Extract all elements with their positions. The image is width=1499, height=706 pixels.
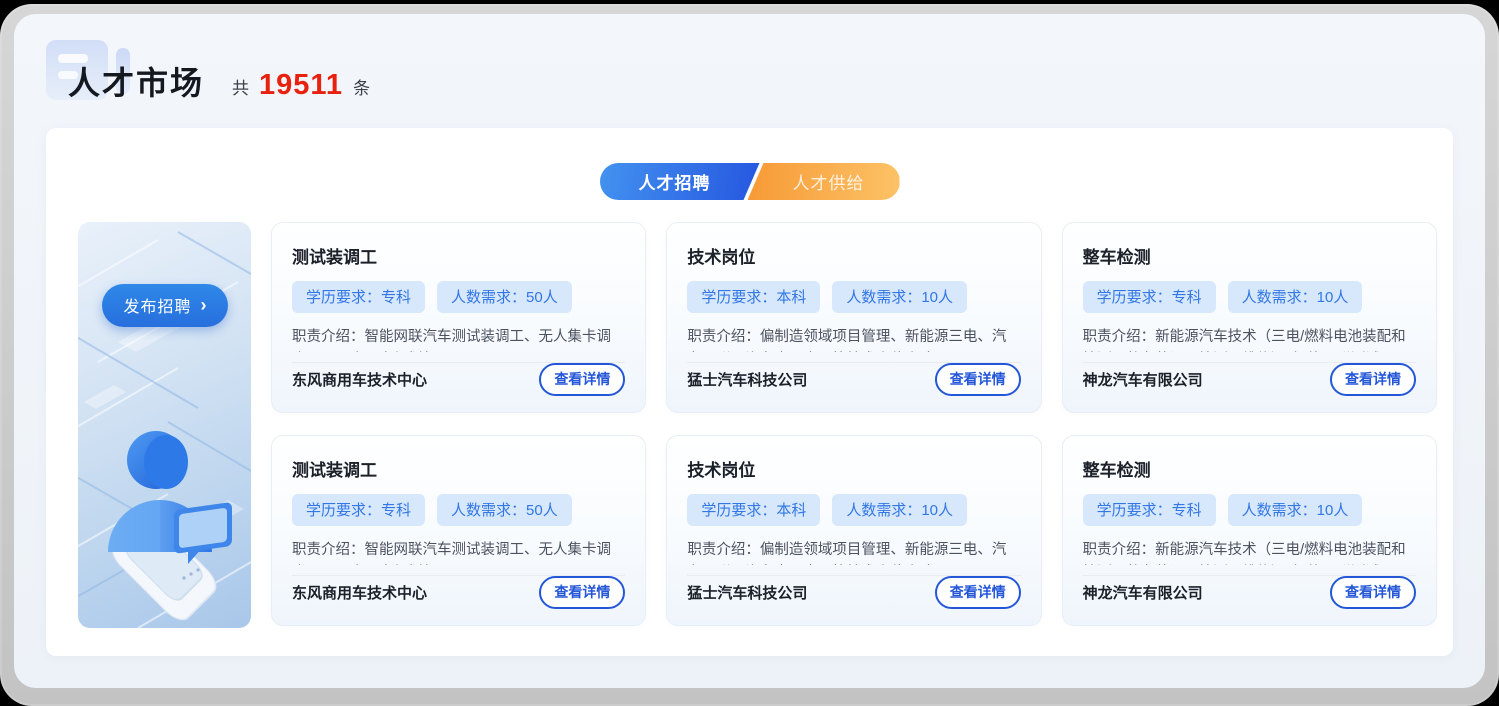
job-title: 测试装调工 bbox=[292, 243, 625, 268]
job-card: 技术岗位 学历要求：本科 人数需求：10人 职责介绍：偏制造领域项目管理、新能源… bbox=[666, 222, 1041, 413]
recruitment-banner: 发布招聘 › bbox=[78, 222, 251, 628]
job-card: 测试装调工 学历要求：专科 人数需求：50人 职责介绍：智能网联汽车测试装调工、… bbox=[271, 222, 646, 413]
headcount-tag: 人数需求：50人 bbox=[437, 281, 572, 313]
view-details-button[interactable]: 查看详情 bbox=[935, 363, 1021, 396]
job-title: 测试装调工 bbox=[292, 456, 625, 481]
job-card: 整车检测 学历要求：专科 人数需求：10人 职责介绍：新能源汽车技术（三电/燃料… bbox=[1062, 222, 1437, 413]
job-title: 整车检测 bbox=[1083, 456, 1416, 481]
job-title: 整车检测 bbox=[1083, 243, 1416, 268]
count-suffix: 条 bbox=[353, 74, 370, 99]
headcount-tag: 人数需求：10人 bbox=[1228, 281, 1363, 313]
count-prefix: 共 bbox=[232, 74, 249, 99]
headcount-tag: 人数需求：10人 bbox=[832, 281, 967, 313]
company-name: 东风商用车技术中心 bbox=[292, 582, 427, 603]
education-tag: 学历要求：本科 bbox=[687, 494, 820, 526]
publish-button-label: 发布招聘 bbox=[123, 293, 191, 317]
job-description: 职责介绍：新能源汽车技术（三电/燃料电池装配和检测，整车装调、检测、维修）、智能… bbox=[1083, 539, 1416, 565]
job-description: 职责介绍：智能网联汽车测试装调工、无人集卡调度员，无人公交规划部署工 bbox=[292, 539, 625, 565]
education-tag: 学历要求：专科 bbox=[1083, 281, 1216, 313]
job-card-grid: 测试装调工 学历要求：专科 人数需求：50人 职责介绍：智能网联汽车测试装调工、… bbox=[271, 222, 1437, 628]
headcount-tag: 人数需求：10人 bbox=[1228, 494, 1363, 526]
page-title: 人才市场 bbox=[68, 58, 204, 104]
education-tag: 学历要求：专科 bbox=[292, 281, 425, 313]
job-description: 职责介绍：新能源汽车技术（三电/燃料电池装配和检测，整车装调、检测、维修）、智能… bbox=[1083, 326, 1416, 352]
job-card: 整车检测 学历要求：专科 人数需求：10人 职责介绍：新能源汽车技术（三电/燃料… bbox=[1062, 435, 1437, 626]
count-value: 19511 bbox=[259, 69, 343, 102]
view-details-button[interactable]: 查看详情 bbox=[539, 363, 625, 396]
view-details-button[interactable]: 查看详情 bbox=[935, 576, 1021, 609]
view-details-button[interactable]: 查看详情 bbox=[1330, 576, 1416, 609]
job-card: 测试装调工 学历要求：专科 人数需求：50人 职责介绍：智能网联汽车测试装调工、… bbox=[271, 435, 646, 626]
job-card: 技术岗位 学历要求：本科 人数需求：10人 职责介绍：偏制造领域项目管理、新能源… bbox=[666, 435, 1041, 626]
chevron-right-icon: › bbox=[201, 296, 208, 314]
window-frame: 人才市场 共 19511 条 人才招聘 人才供给 bbox=[0, 4, 1499, 706]
tab-talent-supply[interactable]: 人才供给 bbox=[748, 163, 900, 200]
company-name: 神龙汽车有限公司 bbox=[1083, 369, 1203, 390]
job-title: 技术岗位 bbox=[687, 243, 1020, 268]
job-description: 职责介绍：偏制造领域项目管理、新能源三电、汽车互联、汽车电子电器等技术岗位人才 bbox=[687, 539, 1020, 565]
company-name: 东风商用车技术中心 bbox=[292, 369, 427, 390]
talent-market-page: 人才市场 共 19511 条 人才招聘 人才供给 bbox=[14, 14, 1485, 688]
total-count: 共 19511 条 bbox=[232, 69, 370, 102]
headcount-tag: 人数需求：50人 bbox=[437, 494, 572, 526]
publish-recruitment-button[interactable]: 发布招聘 › bbox=[101, 284, 227, 327]
page-header: 人才市场 共 19511 条 bbox=[14, 14, 1485, 128]
tab-talent-recruitment[interactable]: 人才招聘 bbox=[600, 163, 760, 200]
education-tag: 学历要求：本科 bbox=[687, 281, 820, 313]
job-description: 职责介绍：偏制造领域项目管理、新能源三电、汽车互联、汽车电子电器等技术岗位人才 bbox=[687, 326, 1020, 352]
company-name: 猛士汽车科技公司 bbox=[687, 582, 807, 603]
company-name: 猛士汽车科技公司 bbox=[687, 369, 807, 390]
job-title: 技术岗位 bbox=[687, 456, 1020, 481]
job-description: 职责介绍：智能网联汽车测试装调工、无人集卡调度员，无人公交规划部署工 bbox=[292, 326, 625, 352]
view-details-button[interactable]: 查看详情 bbox=[539, 576, 625, 609]
education-tag: 学历要求：专科 bbox=[1083, 494, 1216, 526]
content-row: 发布招聘 › 测试装调工 学历要求：专科 人数需求：50人 职责介绍：智能网联汽… bbox=[78, 222, 1437, 628]
headcount-tag: 人数需求：10人 bbox=[832, 494, 967, 526]
company-name: 神龙汽车有限公司 bbox=[1083, 582, 1203, 603]
view-details-button[interactable]: 查看详情 bbox=[1330, 363, 1416, 396]
education-tag: 学历要求：专科 bbox=[292, 494, 425, 526]
isometric-illustration bbox=[78, 222, 251, 628]
tab-group: 人才招聘 人才供给 bbox=[600, 163, 900, 200]
main-panel: 人才招聘 人才供给 bbox=[46, 128, 1453, 656]
